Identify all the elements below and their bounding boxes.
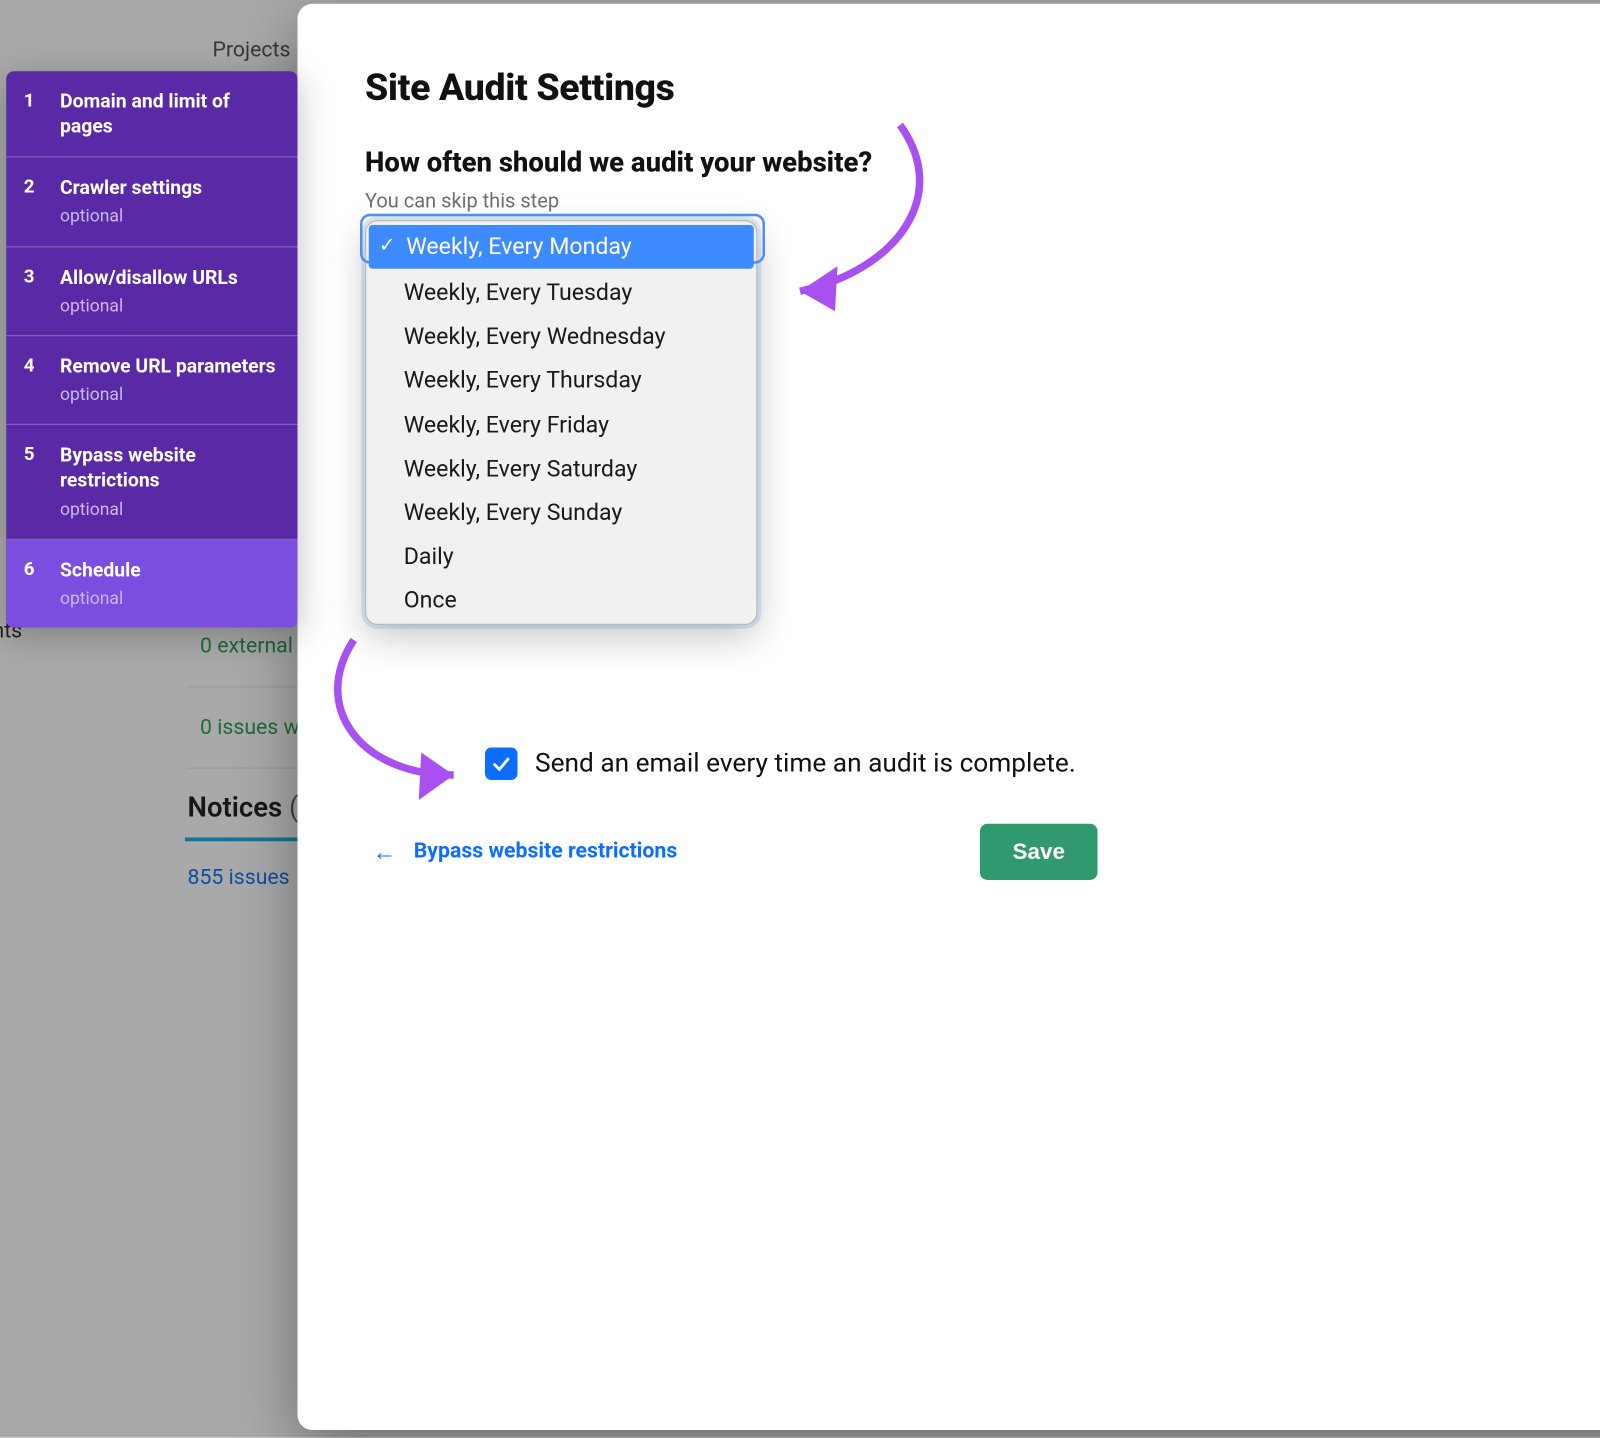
step-label: Domain and limit of pages bbox=[60, 90, 230, 138]
step-allow-disallow[interactable]: 3 Allow/disallow URLsoptional bbox=[6, 247, 297, 336]
dropdown-option[interactable]: Weekly, Every Tuesday bbox=[366, 271, 756, 315]
step-label: Schedule bbox=[60, 558, 141, 581]
email-checkbox-label: Send an email every time an audit is com… bbox=[535, 749, 1076, 779]
step-crawler-settings[interactable]: 2 Crawler settingsoptional bbox=[6, 158, 297, 247]
dropdown-option[interactable]: Weekly, Every Monday bbox=[369, 225, 754, 269]
dropdown-option[interactable]: Weekly, Every Friday bbox=[366, 403, 756, 447]
save-button[interactable]: Save bbox=[980, 824, 1098, 880]
skip-hint: You can skip this step bbox=[365, 189, 1600, 213]
dropdown-option[interactable]: Once bbox=[366, 579, 756, 623]
schedule-dropdown[interactable]: Weekly, Every Monday Weekly, Every Tuesd… bbox=[365, 220, 758, 626]
email-checkbox[interactable] bbox=[485, 748, 518, 781]
modal-nav: ← Bypass website restrictions Save bbox=[373, 824, 1098, 880]
step-bypass-restrictions[interactable]: 5 Bypass website restrictionsoptional bbox=[6, 425, 297, 539]
arrow-left-icon: ← bbox=[373, 837, 397, 867]
dropdown-option[interactable]: Weekly, Every Sunday bbox=[366, 491, 756, 535]
email-notify-row: Send an email every time an audit is com… bbox=[485, 748, 1076, 781]
step-label: Remove URL parameters bbox=[60, 355, 276, 378]
dropdown-option[interactable]: Weekly, Every Wednesday bbox=[366, 315, 756, 359]
step-label: Allow/disallow URLs bbox=[60, 266, 238, 289]
modal-title: Site Audit Settings bbox=[365, 66, 1600, 110]
step-remove-params[interactable]: 4 Remove URL parametersoptional bbox=[6, 336, 297, 425]
schedule-question: How often should we audit your website? bbox=[365, 148, 1600, 179]
step-domain-limit[interactable]: 1 Domain and limit of pages bbox=[6, 71, 297, 158]
step-label: Crawler settings bbox=[60, 177, 202, 200]
dropdown-option[interactable]: Daily bbox=[366, 535, 756, 579]
back-button-label: Bypass website restrictions bbox=[414, 839, 678, 864]
dropdown-option[interactable]: Weekly, Every Thursday bbox=[366, 359, 756, 403]
wizard-steps: 1 Domain and limit of pages 2 Crawler se… bbox=[6, 71, 297, 627]
back-button[interactable]: ← Bypass website restrictions bbox=[373, 837, 678, 867]
step-schedule[interactable]: 6 Scheduleoptional bbox=[6, 540, 297, 628]
dropdown-option[interactable]: Weekly, Every Saturday bbox=[366, 447, 756, 491]
step-label: Bypass website restrictions bbox=[60, 444, 196, 492]
site-audit-settings-modal: Site Audit Settings How often should we … bbox=[298, 4, 1600, 1430]
